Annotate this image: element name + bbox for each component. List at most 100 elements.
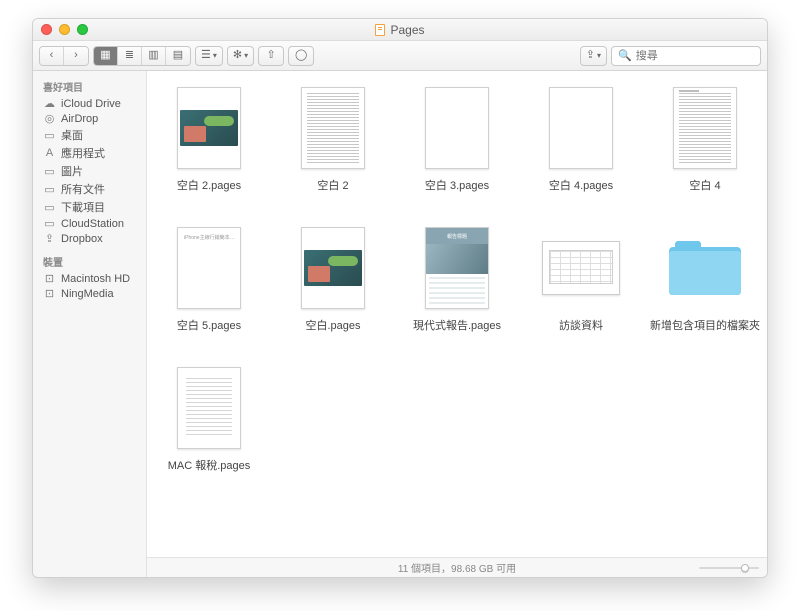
sidebar-item-icon: ⇪ xyxy=(43,232,56,245)
titlebar: Pages xyxy=(33,19,767,41)
nav-back-forward: ‹ › xyxy=(39,46,89,66)
sidebar-item-icon: ☁ xyxy=(43,97,56,110)
coverflow-icon: ▤ xyxy=(173,50,183,61)
file-name: 訪談資料 xyxy=(559,317,603,333)
file-item[interactable]: 空白 3.pages xyxy=(395,81,519,221)
sidebar-item-label: 下載項目 xyxy=(61,199,105,215)
toolbar: ‹ › ▦ ≣ ▥ ▤ ☰▾ ✻▾ ⇧ ◯ ⇪▾ 🔍 xyxy=(33,41,767,71)
sidebar-item-應用程式[interactable]: A 應用程式 xyxy=(33,144,146,162)
search-icon: 🔍 xyxy=(618,49,632,62)
sidebar-item-icloud-drive[interactable]: ☁ iCloud Drive xyxy=(33,96,146,111)
sidebar-item-label: 所有文件 xyxy=(61,181,105,197)
sidebar-item-桌面[interactable]: ▭ 桌面 xyxy=(33,126,146,144)
sidebar-item-icon: ▭ xyxy=(43,217,56,230)
file-item[interactable]: iPhone主線行銷簡本… 空白 5.pages xyxy=(147,221,271,361)
list-view-button[interactable]: ≣ xyxy=(118,47,142,65)
action-menu[interactable]: ✻▾ xyxy=(227,46,254,66)
chevron-down-icon: ▾ xyxy=(213,51,217,60)
file-name: 空白 5.pages xyxy=(177,317,241,333)
sidebar-item-icon: ⊡ xyxy=(43,272,56,285)
arrange-icon: ☰ xyxy=(201,50,211,61)
file-name: 空白 4 xyxy=(689,177,720,193)
file-name: 新增包含項目的檔案夾 xyxy=(650,317,760,333)
file-name: 空白 2 xyxy=(317,177,348,193)
sidebar-item-下載項目[interactable]: ▭ 下載項目 xyxy=(33,198,146,216)
zoom-slider[interactable] xyxy=(699,567,759,569)
file-item[interactable]: 新增包含項目的檔案夾 xyxy=(643,221,767,361)
file-name: 現代式報告.pages xyxy=(413,317,501,333)
file-name: MAC 報稅.pages xyxy=(168,457,251,473)
file-item[interactable]: MAC 報稅.pages xyxy=(147,361,271,501)
arrange-menu[interactable]: ☰▾ xyxy=(195,46,223,66)
file-item[interactable]: 空白 2 xyxy=(271,81,395,221)
sidebar-item-label: 應用程式 xyxy=(61,145,105,161)
chevron-right-icon: › xyxy=(74,50,78,61)
sidebar-item-label: AirDrop xyxy=(61,113,98,125)
file-thumbnail xyxy=(301,87,365,169)
file-thumbnail: 報告標題 xyxy=(425,227,489,309)
sidebar-item-圖片[interactable]: ▭ 圖片 xyxy=(33,162,146,180)
icon-view-button[interactable]: ▦ xyxy=(94,47,118,65)
sidebar-item-icon: A xyxy=(43,147,56,159)
sidebar-item-icon: ▭ xyxy=(43,165,56,178)
list-icon: ≣ xyxy=(125,50,134,61)
search-input[interactable] xyxy=(636,50,768,62)
grid-icon: ▦ xyxy=(100,50,110,61)
sidebar: 喜好項目 ☁ iCloud Drive◎AirDrop ▭ 桌面 A 應用程式 ▭ 圖片 ▭ 所有… xyxy=(33,71,147,577)
file-thumbnail xyxy=(542,241,620,295)
file-thumbnail xyxy=(673,87,737,169)
content-area: 空白 2.pages 空白 2 空白 3.pages 空白 4.pages 空白 4 iP… xyxy=(147,71,767,577)
sidebar-item-airdrop[interactable]: ◎AirDrop xyxy=(33,111,146,126)
coverflow-view-button[interactable]: ▤ xyxy=(166,47,190,65)
tags-button[interactable]: ◯ xyxy=(288,46,314,66)
status-bar: 11 個項目，98.68 GB 可用 xyxy=(147,557,767,577)
view-mode-selector: ▦ ≣ ▥ ▤ xyxy=(93,46,191,66)
minimize-button[interactable] xyxy=(59,24,70,35)
zoom-knob[interactable] xyxy=(741,564,749,572)
file-item[interactable]: 空白 4.pages xyxy=(519,81,643,221)
file-thumbnail: iPhone主線行銷簡本… xyxy=(177,227,241,309)
file-item[interactable]: 空白 2.pages xyxy=(147,81,271,221)
pages-folder-icon xyxy=(375,24,385,36)
file-thumbnail xyxy=(177,87,241,169)
share-icon: ⇧ xyxy=(267,50,276,61)
sidebar-item-icon: ▭ xyxy=(43,129,56,142)
close-button[interactable] xyxy=(41,24,52,35)
file-grid[interactable]: 空白 2.pages 空白 2 空白 3.pages 空白 4.pages 空白 4 iP… xyxy=(147,71,767,557)
sidebar-item-label: 桌面 xyxy=(61,127,83,143)
file-name: 空白 4.pages xyxy=(549,177,613,193)
sidebar-favorites-header: 喜好項目 xyxy=(33,77,146,96)
sidebar-item-所有文件[interactable]: ▭ 所有文件 xyxy=(33,180,146,198)
dropbox-icon: ⇪ xyxy=(586,50,595,61)
sidebar-item-ningmedia[interactable]: ⊡NingMedia xyxy=(33,286,146,301)
chevron-left-icon: ‹ xyxy=(50,50,54,61)
gear-icon: ✻ xyxy=(233,50,242,61)
zoom-button[interactable] xyxy=(77,24,88,35)
share-button[interactable]: ⇧ xyxy=(258,46,284,66)
sidebar-item-dropbox[interactable]: ⇪Dropbox xyxy=(33,231,146,246)
column-view-button[interactable]: ▥ xyxy=(142,47,166,65)
sidebar-item-cloudstation[interactable]: ▭CloudStation xyxy=(33,216,146,231)
sidebar-item-icon: ▭ xyxy=(43,183,56,196)
sidebar-item-label: 圖片 xyxy=(61,163,83,179)
status-text: 11 個項目，98.68 GB 可用 xyxy=(398,560,516,575)
finder-window: Pages ‹ › ▦ ≣ ▥ ▤ ☰▾ ✻▾ ⇧ ◯ ⇪▾ xyxy=(32,18,768,578)
file-item[interactable]: 空白.pages xyxy=(271,221,395,361)
file-item[interactable]: 空白 4 xyxy=(643,81,767,221)
file-item[interactable]: 報告標題現代式報告.pages xyxy=(395,221,519,361)
back-button[interactable]: ‹ xyxy=(40,47,64,65)
dropbox-menu[interactable]: ⇪▾ xyxy=(580,46,607,66)
columns-icon: ▥ xyxy=(148,50,158,61)
sidebar-item-label: NingMedia xyxy=(61,288,114,300)
file-item[interactable]: 訪談資料 xyxy=(519,221,643,361)
sidebar-item-macintosh-hd[interactable]: ⊡Macintosh HD xyxy=(33,271,146,286)
sidebar-devices-header: 裝置 xyxy=(33,252,146,271)
file-thumbnail xyxy=(425,87,489,169)
search-field[interactable]: 🔍 xyxy=(611,46,761,66)
traffic-lights xyxy=(41,24,88,35)
file-thumbnail xyxy=(301,227,365,309)
sidebar-item-icon: ▭ xyxy=(43,201,56,214)
sidebar-item-label: iCloud Drive xyxy=(61,98,121,110)
forward-button[interactable]: › xyxy=(64,47,88,65)
file-name: 空白 3.pages xyxy=(425,177,489,193)
